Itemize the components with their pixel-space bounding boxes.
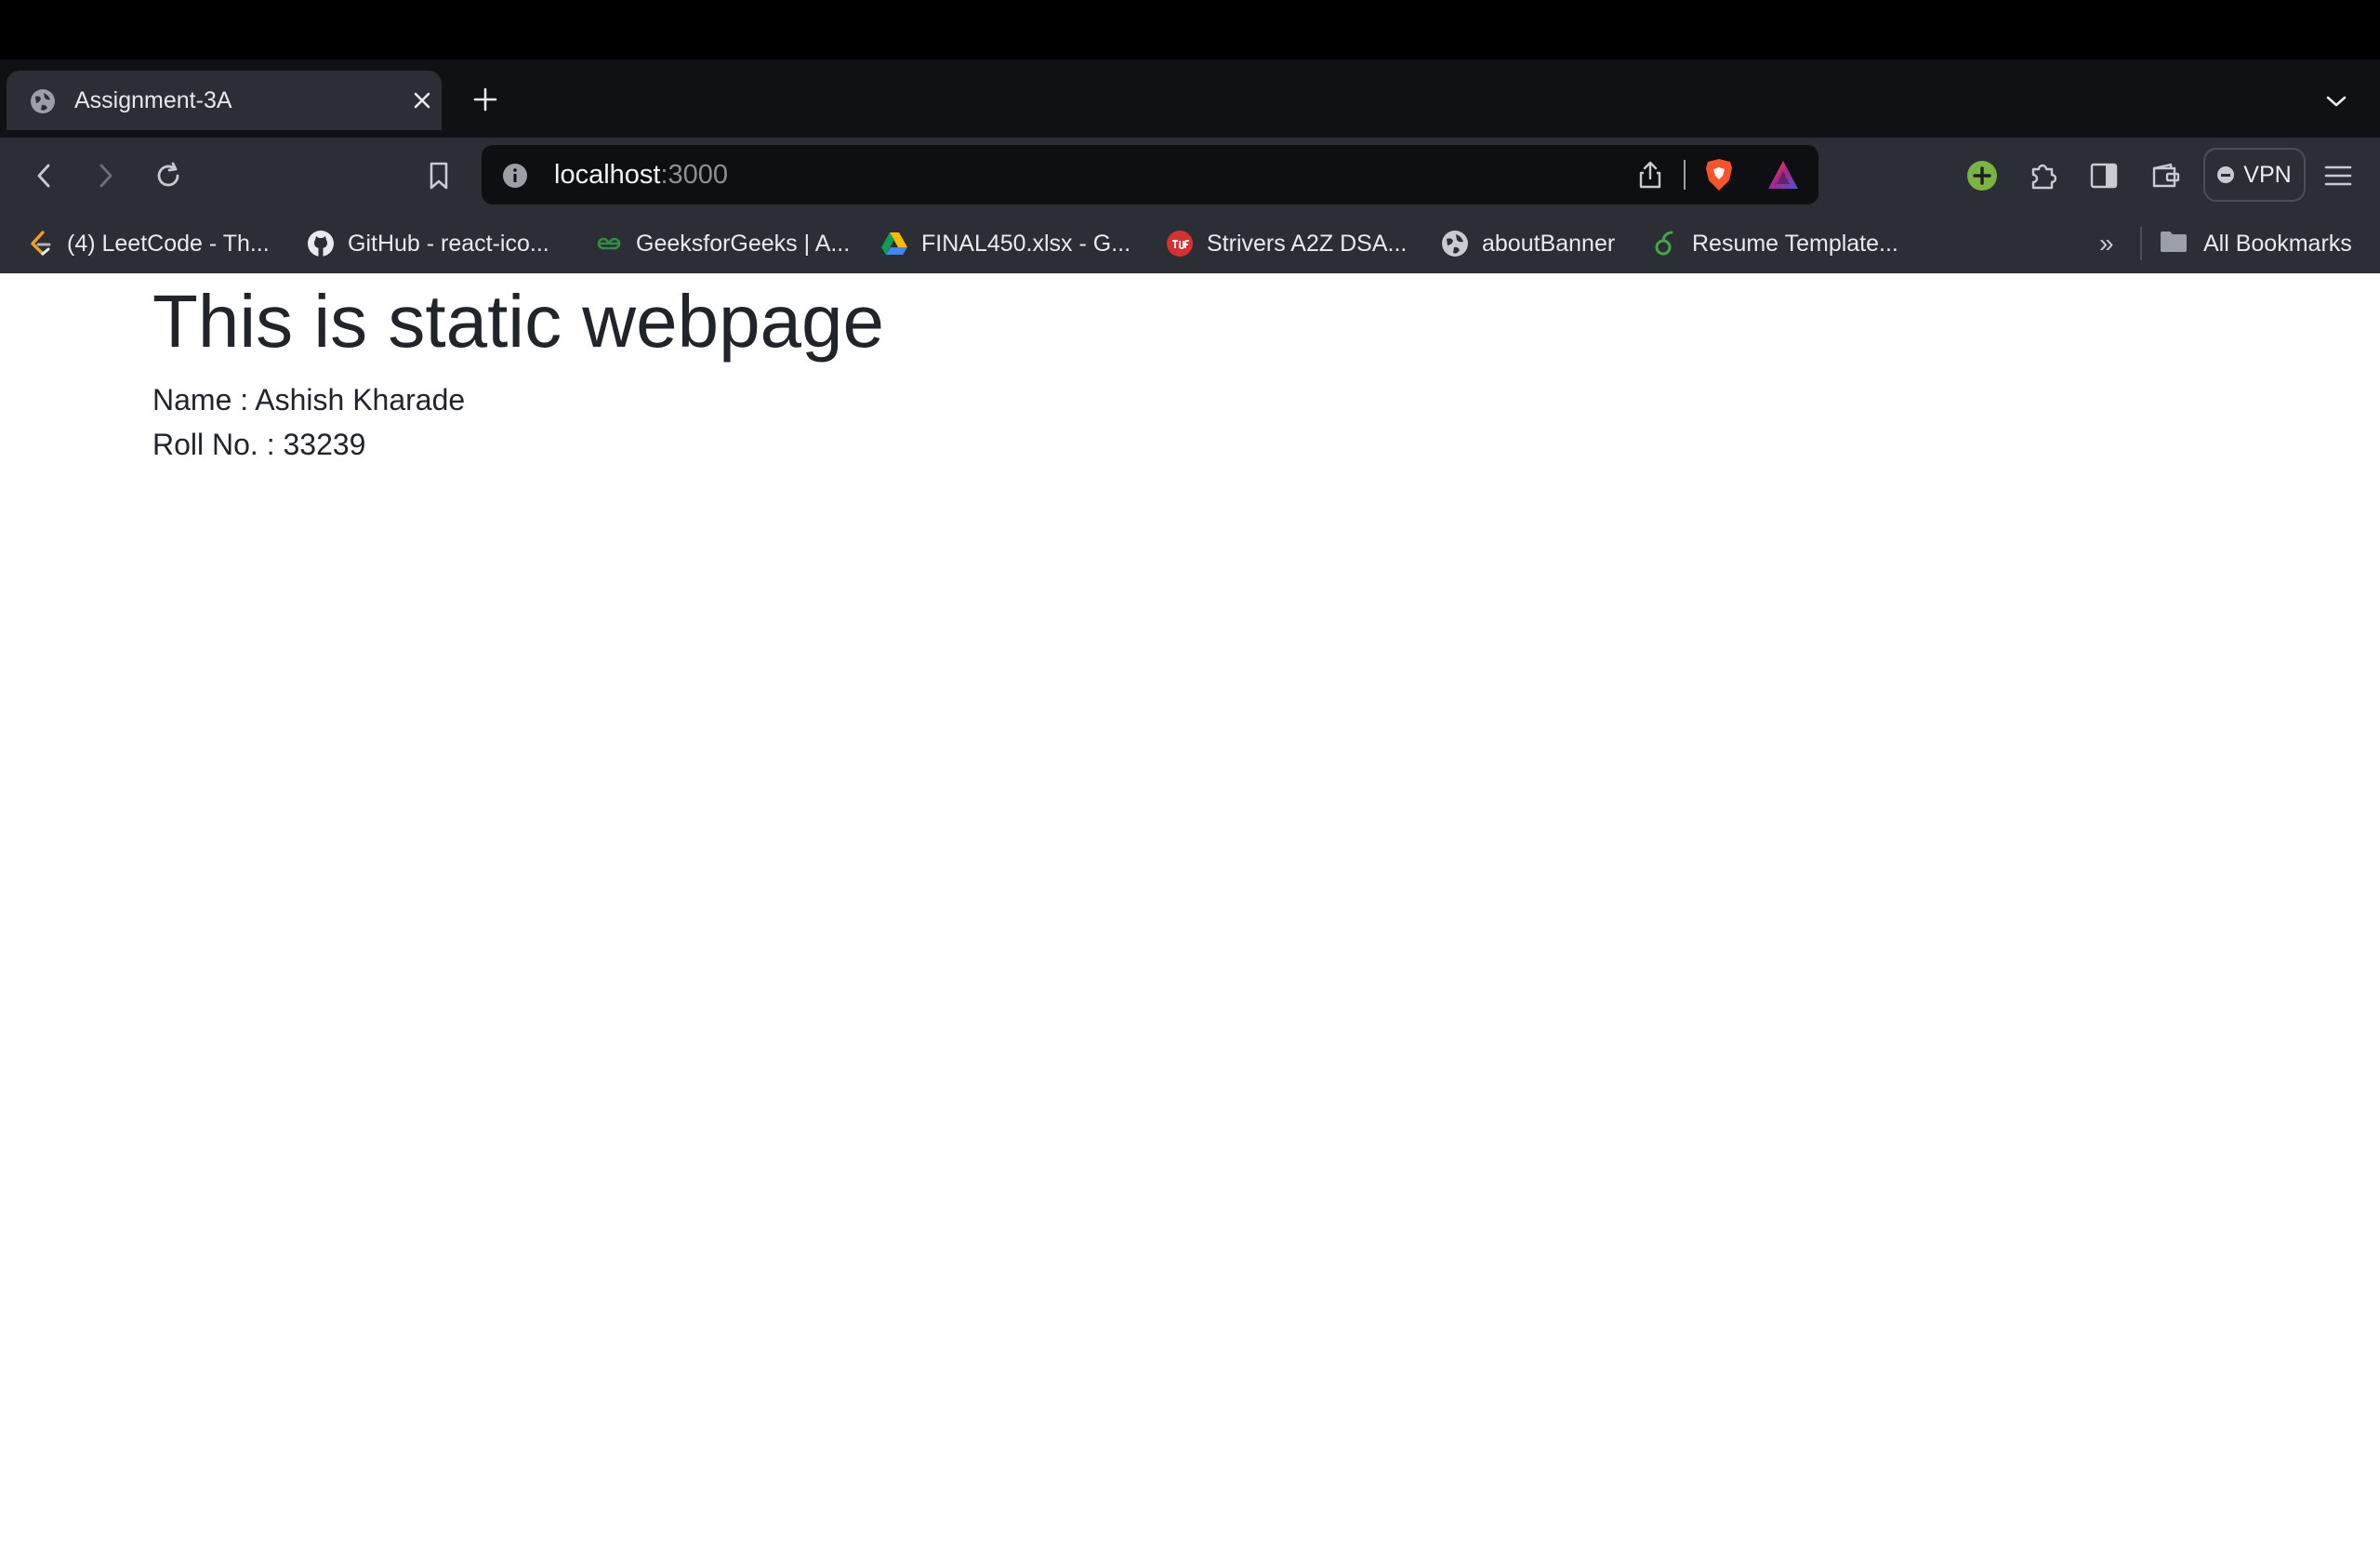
bookmark-item-aboutbanner[interactable]: aboutBanner	[1441, 227, 1615, 260]
bookmark-item-github[interactable]: GitHub - react-ico...	[307, 227, 549, 260]
bookmark-label: Strivers A2Z DSA...	[1207, 231, 1408, 257]
bookmarks-bar: (4) LeetCode - Th... GitHub - react-ico.…	[0, 214, 2380, 273]
window-top-bar	[0, 0, 2380, 60]
tab-active[interactable]: Assignment-3A	[7, 71, 442, 130]
close-icon[interactable]	[408, 86, 436, 114]
add-extension-icon[interactable]	[1964, 158, 2000, 193]
bookmark-label: aboutBanner	[1482, 231, 1616, 257]
all-bookmarks-button[interactable]: All Bookmarks	[2159, 227, 2352, 260]
bookmark-label: (4) LeetCode - Th...	[67, 231, 270, 257]
bookmark-item-geeksforgeeks[interactable]: GeeksforGeeks | A...	[595, 227, 850, 260]
tuf-icon	[1166, 230, 1194, 258]
wallet-icon[interactable]	[2149, 158, 2184, 193]
globe-icon	[30, 88, 56, 114]
url-text[interactable]: localhost:3000	[554, 159, 728, 191]
page-content: This is static webpage Name : Ashish Kha…	[0, 273, 2380, 1547]
vpn-button[interactable]: VPN	[2203, 148, 2306, 202]
bookmark-icon[interactable]	[421, 158, 456, 193]
bookmarks-divider	[2140, 227, 2142, 260]
bookmark-label: Resume Template...	[1692, 231, 1898, 257]
chevron-down-icon[interactable]	[2320, 86, 2352, 117]
tab-strip: Assignment-3A	[0, 60, 2380, 138]
bookmark-label: GitHub - react-ico...	[348, 231, 549, 257]
new-tab-icon[interactable]	[469, 84, 501, 115]
folder-icon	[2159, 230, 2188, 258]
bookmark-item-google-drive[interactable]: FINAL450.xlsx - G...	[880, 227, 1130, 260]
bookmarks-overflow-button[interactable]: »	[2099, 227, 2114, 260]
sidebar-icon[interactable]	[2086, 158, 2122, 193]
address-bar[interactable]: localhost:3000	[482, 145, 1818, 205]
google-drive-icon	[880, 230, 908, 258]
all-bookmarks-label: All Bookmarks	[2203, 231, 2352, 257]
vpn-status-icon	[2217, 166, 2235, 183]
leetcode-icon	[26, 230, 54, 258]
roll-number-text: Roll No. : 33239	[152, 428, 366, 461]
overleaf-icon	[1651, 230, 1679, 258]
divider	[1684, 160, 1686, 190]
bookmark-item-leetcode[interactable]: (4) LeetCode - Th...	[26, 227, 270, 260]
puzzle-icon[interactable]	[2025, 158, 2060, 193]
share-icon[interactable]	[1634, 159, 1666, 191]
back-icon[interactable]	[26, 158, 61, 193]
bookmark-label: FINAL450.xlsx - G...	[921, 231, 1131, 257]
url-port: :3000	[660, 160, 729, 190]
site-info-icon[interactable]	[502, 163, 528, 189]
github-icon	[307, 230, 335, 258]
name-text: Name : Ashish Kharade	[152, 383, 466, 416]
page-heading: This is static webpage	[152, 280, 885, 363]
url-host: localhost	[554, 160, 661, 190]
brave-rewards-icon[interactable]	[1765, 158, 1801, 192]
reload-icon[interactable]	[151, 158, 186, 193]
bookmark-item-strivers[interactable]: Strivers A2Z DSA...	[1166, 227, 1407, 260]
browser-toolbar: localhost:3000 VPN	[0, 138, 2380, 214]
forward-icon[interactable]	[88, 158, 124, 193]
bookmark-item-resume-template[interactable]: Resume Template...	[1651, 227, 1898, 260]
brave-shields-icon[interactable]	[1703, 157, 1735, 192]
menu-icon[interactable]	[2320, 158, 2356, 193]
globe-icon	[1441, 230, 1469, 258]
bookmark-label: GeeksforGeeks | A...	[636, 231, 851, 257]
vpn-label: VPN	[2243, 162, 2292, 188]
geeksforgeeks-icon	[595, 230, 623, 258]
tab-title: Assignment-3A	[74, 87, 232, 113]
